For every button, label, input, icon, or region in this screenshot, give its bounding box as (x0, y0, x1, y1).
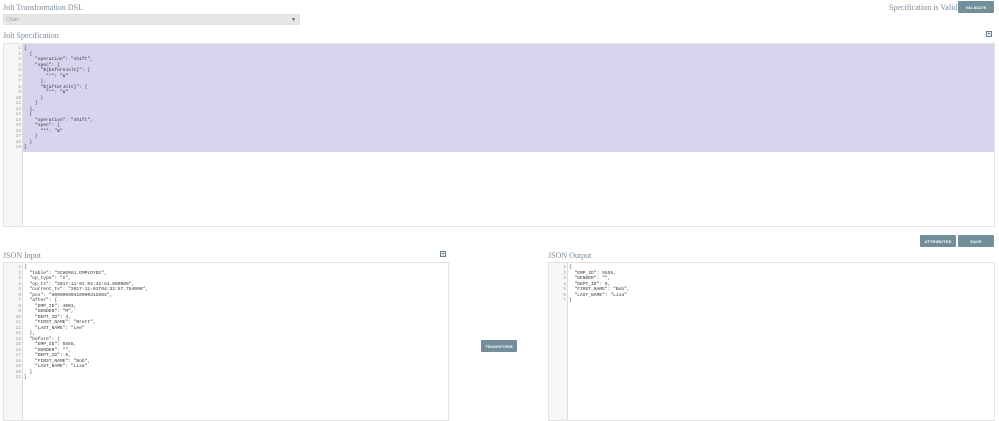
spec-gutter: 1 2 3 4 5 6 7 8 9 10 11 12 13 14 15 16 1… (4, 44, 23, 226)
spec-code[interactable]: [ { "operation": "shift", "spec": { "${b… (24, 46, 994, 151)
spec-editor[interactable]: 1 2 3 4 5 6 7 8 9 10 11 12 13 14 15 16 1… (3, 43, 995, 227)
input-editor[interactable]: 1 2 3 4 5 6 7 8 9 10 11 12 13 14 15 16 1… (3, 262, 449, 421)
chevron-down-icon: ▼ (291, 17, 296, 23)
validation-status: Specification is Valid (889, 3, 958, 12)
output-code[interactable]: { "EMP_ID": 5555, "GENDER": "", "DEPT_ID… (569, 265, 994, 304)
input-title: JSON Input (3, 251, 42, 260)
dsl-select-value: Chain (6, 17, 20, 23)
input-code[interactable]: { "table": "SCHEMA1.EMPLOYEE", "op_type"… (24, 265, 448, 381)
input-expand-icon[interactable] (440, 251, 446, 257)
output-gutter: 1 2 3 4 5 6 7 (549, 263, 568, 420)
output-title: JSON Output (548, 251, 592, 260)
attributes-button[interactable]: ATTRIBUTES (920, 235, 956, 247)
page-title: Jolt Transformation DSL (3, 3, 84, 12)
input-gutter: 1 2 3 4 5 6 7 8 9 10 11 12 13 14 15 16 1… (4, 263, 23, 420)
transform-button[interactable]: TRANSFORM (481, 340, 517, 352)
output-editor[interactable]: 1 2 3 4 5 6 7 { "EMP_ID": 5555, "GENDER"… (548, 262, 995, 421)
save-button[interactable]: SAVE (958, 235, 994, 247)
input-line-numbers: 1 2 3 4 5 6 7 8 9 10 11 12 13 14 15 16 1… (15, 265, 21, 380)
spec-line-numbers: 1 2 3 4 5 6 7 8 9 10 11 12 13 14 15 16 1… (15, 46, 21, 150)
spec-title: Jolt Specification (3, 31, 59, 40)
validate-button[interactable]: VALIDATE (958, 1, 994, 13)
spec-expand-icon[interactable] (986, 31, 992, 37)
output-line-numbers: 1 2 3 4 5 6 7 (563, 265, 566, 303)
dsl-select[interactable]: Chain ▼ (3, 14, 300, 25)
